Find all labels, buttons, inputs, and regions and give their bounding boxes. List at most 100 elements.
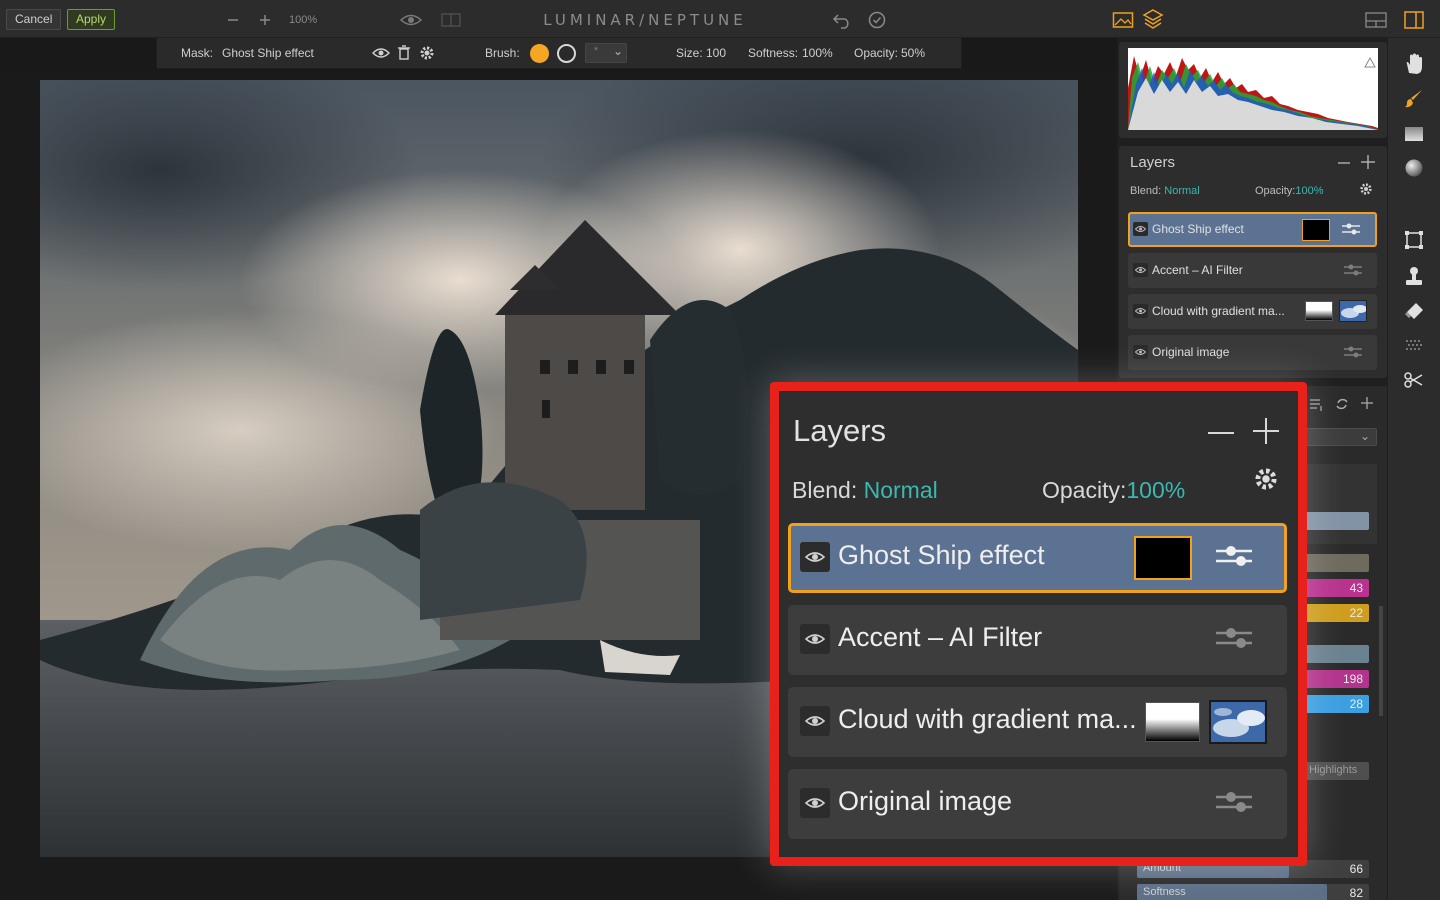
layer-image-thumbnail[interactable] bbox=[1339, 300, 1367, 322]
callout-blend-control[interactable]: Blend: Normal bbox=[792, 477, 938, 504]
clone-stamp-icon[interactable] bbox=[1402, 264, 1426, 288]
layer-mask-thumbnail[interactable] bbox=[1145, 702, 1200, 742]
layer-row[interactable]: Ghost Ship effect bbox=[788, 523, 1287, 593]
blend-control[interactable]: Blend: Normal bbox=[1130, 185, 1200, 197]
slider-value: 28 bbox=[1349, 697, 1363, 711]
trash-icon[interactable] bbox=[396, 45, 412, 61]
apply-button[interactable]: Apply bbox=[67, 9, 116, 30]
filter-slider[interactable]: 43 bbox=[1305, 579, 1369, 597]
layer-row[interactable]: Original image bbox=[1128, 335, 1377, 370]
compare-icon[interactable] bbox=[440, 12, 462, 28]
workspace-select[interactable]: ⌄ bbox=[1305, 428, 1377, 446]
layer-visibility-icon[interactable] bbox=[1133, 263, 1148, 277]
add-layer-icon[interactable] bbox=[1360, 154, 1376, 170]
brush-shape-select[interactable]: * ⌄ bbox=[585, 43, 627, 63]
callout-opacity-control[interactable]: Opacity:100% bbox=[1042, 477, 1185, 504]
blend-label: Blend: bbox=[1130, 185, 1162, 197]
panel-icon[interactable] bbox=[1403, 10, 1425, 30]
blend-value[interactable]: Normal bbox=[1164, 185, 1199, 197]
filter-slider[interactable] bbox=[1305, 512, 1369, 530]
app-brand: LUMINAR/NEPTUNE bbox=[543, 11, 747, 29]
layer-image-thumbnail[interactable] bbox=[1209, 700, 1267, 744]
eye-icon[interactable] bbox=[398, 11, 424, 29]
layer-adjust-icon[interactable] bbox=[1343, 263, 1363, 282]
layer-adjust-icon[interactable] bbox=[1215, 542, 1253, 575]
cancel-button[interactable]: Cancel bbox=[6, 9, 62, 30]
opacity-value[interactable]: 50% bbox=[901, 46, 925, 60]
layer-name: Original image bbox=[1152, 345, 1230, 359]
filter-slider[interactable]: 22 bbox=[1305, 604, 1369, 622]
filter-slider[interactable]: 198 bbox=[1305, 670, 1369, 688]
opacity-value[interactable]: 100% bbox=[1126, 477, 1185, 503]
brush-label: Brush: bbox=[485, 46, 520, 60]
transform-icon[interactable] bbox=[1402, 368, 1426, 392]
history-icon[interactable] bbox=[866, 10, 888, 30]
layer-adjust-icon[interactable] bbox=[1215, 624, 1253, 657]
scrollbar[interactable] bbox=[1379, 606, 1383, 716]
layer-visibility-icon[interactable] bbox=[800, 542, 830, 572]
gear-icon[interactable] bbox=[1359, 182, 1373, 196]
layer-mask-thumbnail[interactable] bbox=[1305, 301, 1333, 321]
layer-visibility-icon[interactable] bbox=[1133, 222, 1148, 236]
image-icon[interactable] bbox=[1111, 10, 1135, 30]
layer-visibility-icon[interactable] bbox=[1133, 304, 1148, 318]
eraser-icon[interactable] bbox=[1402, 299, 1426, 323]
remove-layer-icon[interactable] bbox=[1337, 156, 1351, 170]
filters-list-icon[interactable] bbox=[1309, 396, 1325, 412]
mask-name: Ghost Ship effect bbox=[222, 46, 314, 60]
filter-slider[interactable] bbox=[1305, 554, 1369, 572]
callout-layers-panel: Layers Blend: Normal Opacity:100% Ghost … bbox=[779, 391, 1298, 857]
clipping-warning-icon[interactable] bbox=[1363, 56, 1377, 68]
layer-row[interactable]: Accent – AI Filter bbox=[1128, 253, 1377, 288]
layer-name: Ghost Ship effect bbox=[1152, 222, 1244, 236]
gradient-icon[interactable] bbox=[1402, 122, 1426, 146]
layers-icon[interactable] bbox=[1141, 8, 1165, 30]
layer-adjust-icon[interactable] bbox=[1215, 788, 1253, 821]
layer-row[interactable]: Accent – AI Filter bbox=[788, 605, 1287, 675]
refresh-icon[interactable] bbox=[1334, 396, 1350, 412]
radial-icon[interactable] bbox=[1402, 156, 1426, 180]
zoom-level[interactable]: 100% bbox=[289, 14, 317, 26]
layer-adjust-icon[interactable] bbox=[1341, 222, 1361, 241]
softness-value[interactable]: 100% bbox=[802, 46, 833, 60]
softness-slider[interactable]: Softness 82 bbox=[1137, 884, 1369, 900]
layer-row[interactable]: Cloud with gradient ma... bbox=[788, 687, 1287, 757]
layer-row[interactable]: Original image bbox=[788, 769, 1287, 839]
gear-icon[interactable] bbox=[1252, 465, 1280, 493]
layer-row[interactable]: Ghost Ship effect bbox=[1128, 212, 1377, 247]
crop-icon[interactable] bbox=[1402, 228, 1426, 252]
chevron-down-icon: ⌄ bbox=[1359, 429, 1370, 443]
mask-visibility-icon[interactable] bbox=[371, 45, 391, 61]
mask-settings-icon[interactable] bbox=[418, 44, 436, 62]
layer-visibility-icon[interactable] bbox=[800, 788, 830, 818]
size-value[interactable]: 100 bbox=[706, 46, 726, 60]
filter-slider[interactable] bbox=[1305, 645, 1369, 663]
layout-icon[interactable] bbox=[1365, 11, 1387, 29]
tool-strip bbox=[1388, 38, 1440, 900]
highlights-button[interactable]: Highlights bbox=[1305, 762, 1369, 780]
zoom-in-icon[interactable] bbox=[257, 12, 273, 28]
add-layer-icon[interactable] bbox=[1252, 417, 1280, 445]
layer-visibility-icon[interactable] bbox=[800, 624, 830, 654]
zoom-out-icon[interactable] bbox=[225, 12, 241, 28]
layer-adjust-icon[interactable] bbox=[1343, 345, 1363, 364]
noise-icon[interactable] bbox=[1402, 334, 1426, 358]
layer-visibility-icon[interactable] bbox=[800, 706, 830, 736]
slider-value: 22 bbox=[1349, 606, 1363, 620]
hand-icon[interactable] bbox=[1402, 52, 1426, 76]
layer-row[interactable]: Cloud with gradient ma... bbox=[1128, 294, 1377, 329]
blend-value[interactable]: Normal bbox=[864, 477, 938, 503]
opacity-control[interactable]: Opacity:100% bbox=[1255, 185, 1324, 197]
brush-erase-button[interactable] bbox=[557, 44, 576, 63]
layer-mask-thumbnail[interactable] bbox=[1302, 219, 1330, 241]
layer-name: Accent – AI Filter bbox=[838, 622, 1043, 652]
opacity-value[interactable]: 100% bbox=[1295, 185, 1323, 197]
remove-layer-icon[interactable] bbox=[1207, 421, 1235, 445]
layer-mask-thumbnail[interactable] bbox=[1134, 536, 1192, 580]
layer-visibility-icon[interactable] bbox=[1133, 345, 1148, 359]
brush-icon[interactable] bbox=[1402, 86, 1426, 110]
filter-slider[interactable]: 28 bbox=[1305, 695, 1369, 713]
brush-paint-button[interactable] bbox=[530, 44, 549, 63]
add-filter-icon[interactable] bbox=[1359, 395, 1375, 411]
undo-icon[interactable] bbox=[831, 10, 853, 30]
